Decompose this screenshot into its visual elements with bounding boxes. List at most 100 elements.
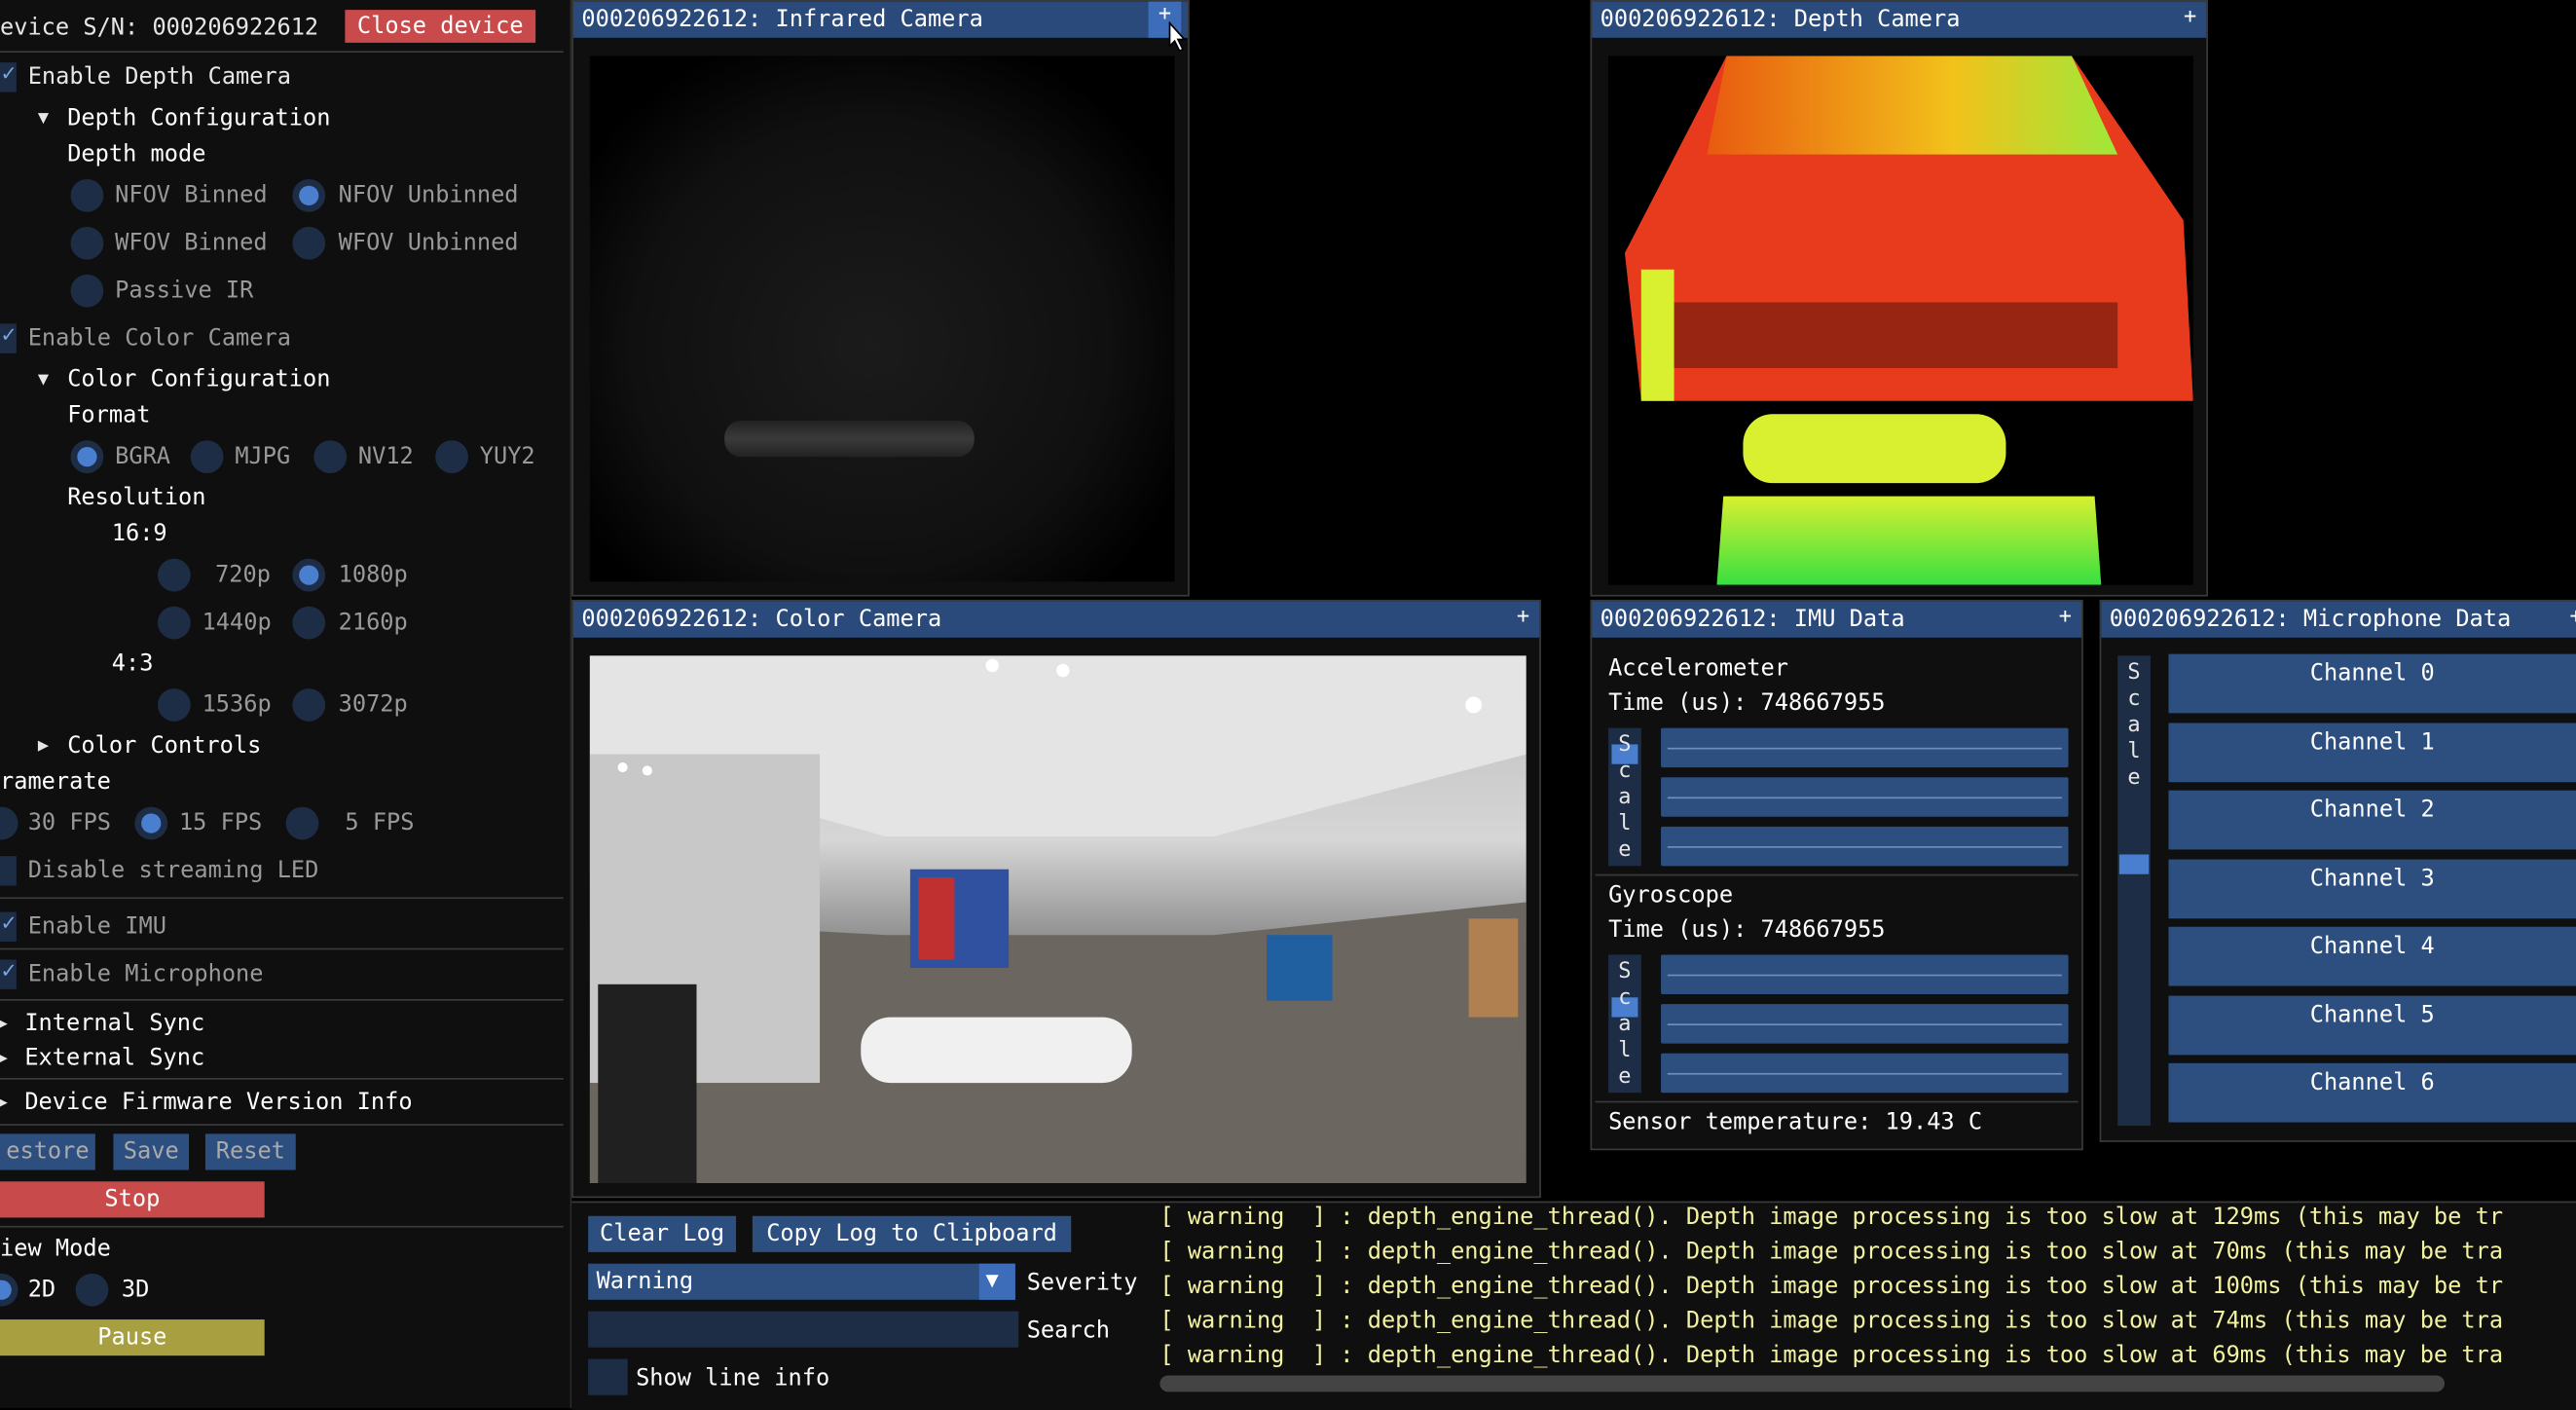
- maximize-icon[interactable]: +: [2184, 5, 2196, 29]
- gallery-photo: [590, 655, 1527, 1183]
- show-line-info-checkbox[interactable]: [588, 1359, 628, 1395]
- slider-grab[interactable]: [2119, 855, 2149, 874]
- radio-1536p[interactable]: [158, 688, 191, 722]
- nv12-label: NV12: [358, 444, 414, 470]
- scale-letter: e: [1618, 838, 1631, 865]
- yuy2-label: YUY2: [480, 444, 535, 470]
- accel-scale-slider[interactable]: S c a l e: [1608, 728, 1641, 867]
- mic-channel-6: Channel 6: [2169, 1063, 2576, 1123]
- window-titlebar[interactable]: 000206922612: Microphone Data +: [2101, 602, 2576, 638]
- k4a-viewer: evice S/N: 000206922612 Close device ✓ E…: [0, 0, 2576, 1408]
- maximize-icon[interactable]: +: [2059, 605, 2072, 629]
- radio-nfov-binned[interactable]: [71, 179, 104, 212]
- disable-led-checkbox[interactable]: [0, 856, 17, 885]
- radio-bgra[interactable]: [71, 440, 104, 473]
- framerate-label: ramerate: [0, 769, 111, 796]
- radio-3072p[interactable]: [292, 688, 325, 722]
- radio-2160p[interactable]: [292, 607, 325, 640]
- dropdown-button[interactable]: ▼: [979, 1264, 1015, 1300]
- firmware-info-header[interactable]: Device Firmware Version Info: [24, 1090, 412, 1116]
- enable-imu-checkbox[interactable]: ✓: [0, 912, 17, 942]
- radio-720p[interactable]: [158, 559, 191, 592]
- 3072p-label: 3072p: [339, 691, 408, 718]
- radio-15fps[interactable]: [134, 807, 167, 840]
- gyroscope-time: Time (us): 748667955: [1608, 917, 1885, 944]
- scale-letter: l: [1618, 812, 1631, 838]
- radio-mjpg[interactable]: [191, 440, 224, 473]
- scale-letter: a: [2127, 713, 2140, 739]
- tree-collapsed-icon[interactable]: ▶: [0, 1045, 8, 1071]
- internal-sync-header[interactable]: Internal Sync: [24, 1011, 204, 1037]
- accelerometer-label: Accelerometer: [1608, 655, 1788, 682]
- gyro-plot-y: [1661, 1004, 2069, 1044]
- mic-channel-0: Channel 0: [2169, 654, 2576, 714]
- radio-yuy2[interactable]: [435, 440, 468, 473]
- scale-letter: a: [1618, 786, 1631, 812]
- color-config-header[interactable]: Color Configuration: [67, 366, 330, 392]
- radio-wfov-unbinned[interactable]: [292, 227, 325, 260]
- severity-dropdown[interactable]: Warning ▼: [588, 1264, 1015, 1300]
- radio-5fps[interactable]: [286, 807, 319, 840]
- radio-1080p[interactable]: [292, 559, 325, 592]
- accel-plot-y: [1661, 777, 2069, 817]
- mic-scale-slider[interactable]: S c a l e: [2117, 655, 2151, 1126]
- channel-label: Channel 2: [2169, 797, 2576, 823]
- tree-expanded-icon[interactable]: ▼: [38, 366, 49, 392]
- radio-1440p[interactable]: [158, 607, 191, 640]
- channel-label: Channel 4: [2169, 934, 2576, 960]
- depth-config-header[interactable]: Depth Configuration: [67, 105, 330, 131]
- window-titlebar[interactable]: 000206922612: Depth Camera +: [1592, 2, 2206, 38]
- radio-nv12[interactable]: [313, 440, 347, 473]
- enable-depth-checkbox[interactable]: ✓: [0, 62, 17, 92]
- color-controls-header[interactable]: Color Controls: [67, 733, 261, 760]
- tree-collapsed-icon[interactable]: ▶: [0, 1090, 8, 1116]
- wfov-unbinned-label: WFOV Unbinned: [339, 230, 519, 256]
- horizontal-scrollbar[interactable]: [1159, 1375, 2445, 1391]
- close-device-button[interactable]: Close device: [345, 10, 535, 43]
- enable-mic-checkbox[interactable]: ✓: [0, 960, 17, 989]
- radio-30fps[interactable]: [0, 807, 18, 840]
- ratio-4-3-label: 4:3: [112, 650, 154, 677]
- pause-button[interactable]: Pause: [0, 1319, 265, 1355]
- radio-3d[interactable]: [76, 1274, 109, 1307]
- gyroscope-label: Gyroscope: [1608, 882, 1733, 909]
- channel-label: Channel 5: [2169, 1002, 2576, 1028]
- depth-camera-window: 000206922612: Depth Camera +: [1591, 0, 2209, 597]
- save-button[interactable]: Save: [113, 1133, 189, 1169]
- 2d-label: 2D: [28, 1277, 55, 1303]
- window-titlebar[interactable]: 000206922612: IMU Data +: [1592, 602, 2081, 638]
- color-image: [590, 655, 1527, 1183]
- gyro-scale-slider[interactable]: S c a l e: [1608, 954, 1641, 1093]
- gyro-plot-z: [1661, 1054, 2069, 1094]
- reset-button[interactable]: Reset: [205, 1133, 296, 1169]
- scale-letter: e: [1618, 1065, 1631, 1092]
- maximize-icon[interactable]: +: [2570, 605, 2576, 629]
- 5fps-label: 5 FPS: [345, 810, 414, 836]
- radio-nfov-unbinned[interactable]: [292, 179, 325, 212]
- tree-expanded-icon[interactable]: ▼: [38, 105, 49, 131]
- radio-wfov-binned[interactable]: [71, 227, 104, 260]
- copy-log-button[interactable]: Copy Log to Clipboard: [753, 1216, 1071, 1252]
- external-sync-header[interactable]: External Sync: [24, 1045, 204, 1071]
- enable-color-checkbox[interactable]: ✓: [0, 323, 17, 352]
- stop-button[interactable]: Stop: [0, 1181, 265, 1217]
- clear-log-button[interactable]: Clear Log: [588, 1216, 736, 1252]
- radio-passive-ir[interactable]: [71, 275, 104, 308]
- color-camera-window: 000206922612: Color Camera +: [571, 600, 1541, 1198]
- severity-label: Severity: [1027, 1270, 1138, 1296]
- maximize-icon[interactable]: +: [1517, 605, 1529, 629]
- window-title: 000206922612: IMU Data: [1601, 607, 1905, 633]
- window-titlebar[interactable]: 000206922612: Infrared Camera +: [573, 2, 1188, 38]
- window-titlebar[interactable]: 000206922612: Color Camera +: [573, 602, 1539, 638]
- tree-collapsed-icon[interactable]: ▶: [0, 1011, 8, 1037]
- restore-button[interactable]: estore: [0, 1133, 95, 1169]
- radio-2d[interactable]: [0, 1274, 18, 1307]
- enable-mic-label: Enable Microphone: [28, 961, 264, 987]
- resolution-label: Resolution: [67, 485, 205, 511]
- accel-plot-z: [1661, 827, 2069, 867]
- search-input[interactable]: [588, 1312, 1018, 1348]
- tree-collapsed-icon[interactable]: ▶: [38, 733, 49, 760]
- accel-plot-x: [1661, 728, 2069, 768]
- mic-channel-2: Channel 2: [2169, 791, 2576, 850]
- infrared-image: [590, 56, 1175, 581]
